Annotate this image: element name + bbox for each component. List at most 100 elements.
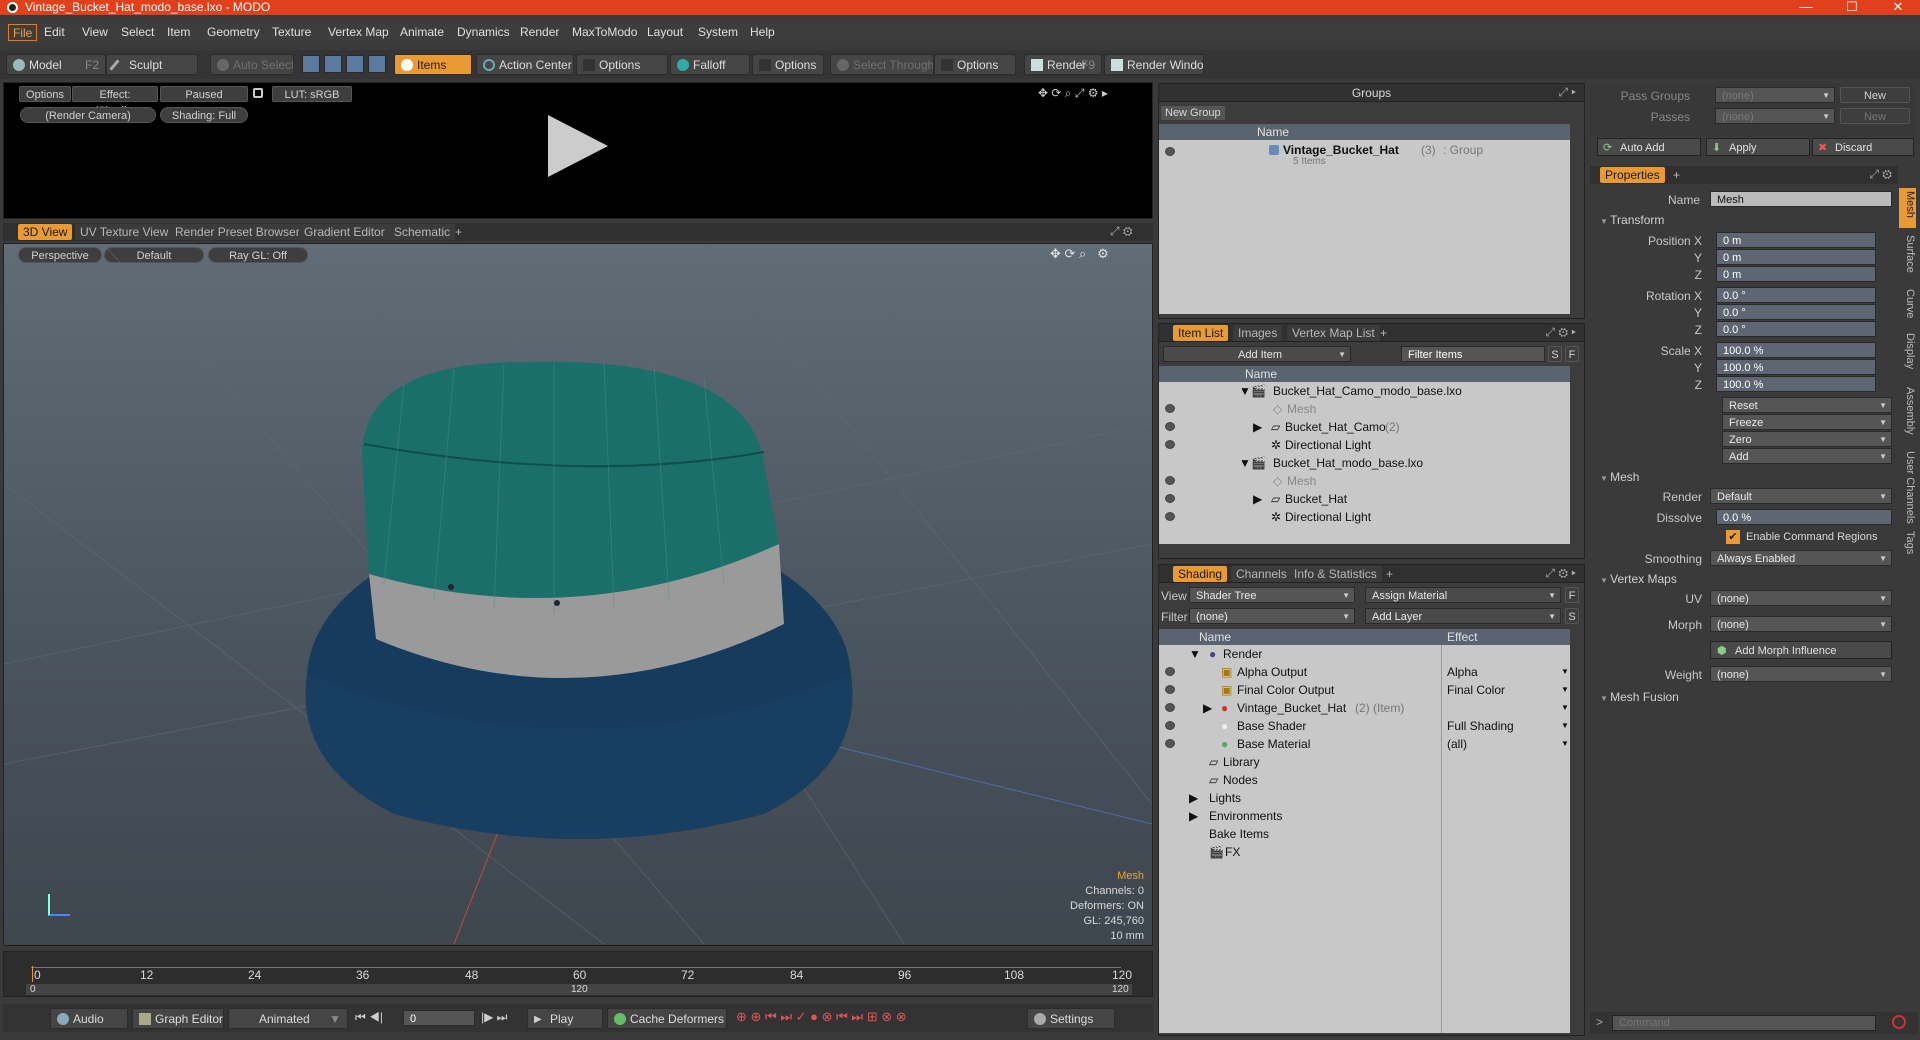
uv-dropdown[interactable]: (none) [1710, 590, 1892, 607]
list-item[interactable]: ▼ 🎬 Bucket_Hat_Camo_modo_base.lxo [1159, 382, 1570, 400]
preview-paused-button[interactable]: Paused [160, 86, 248, 102]
dissolve-field[interactable]: 0.0 % [1716, 509, 1892, 525]
list-item[interactable]: ✲ Directional Light [1159, 436, 1570, 454]
discard-button[interactable]: ✖ Discard [1812, 138, 1914, 156]
menu-geometry[interactable]: Geometry [203, 24, 264, 41]
menu-view[interactable]: View [78, 24, 112, 41]
graph-editor-button[interactable]: Graph Editor [132, 1008, 224, 1029]
add-tab-button[interactable]: + [450, 224, 467, 240]
preview-effect-dropdown[interactable]: Effect: (Shadi... [72, 86, 158, 117]
scale-y-field[interactable]: 100.0 % [1716, 359, 1876, 375]
items-button[interactable]: Items [394, 54, 472, 75]
tab-gradient-editor[interactable]: Gradient Editor [299, 224, 390, 240]
add-tab-button[interactable]: + [1375, 325, 1392, 341]
visibility-eye-icon[interactable] [1165, 440, 1175, 449]
settings-button[interactable]: Settings [1027, 1008, 1115, 1029]
tab-render-preset-browser[interactable]: Render Preset Browser [170, 224, 305, 240]
tree-row[interactable]: Bake Items [1159, 825, 1570, 843]
menu-vertex-map[interactable]: Vertex Map [324, 24, 393, 41]
visibility-eye-icon[interactable] [1165, 721, 1175, 730]
assign-material-button[interactable]: Assign Material [1365, 587, 1561, 604]
shading-s-button[interactable]: S [1565, 608, 1579, 624]
options-button-1[interactable]: Options [576, 54, 668, 75]
select-polygons-icon[interactable] [346, 55, 364, 73]
add-layer-dropdown[interactable]: Add Layer [1365, 608, 1561, 625]
tree-row[interactable]: ● Base Shader Full Shading ▼ [1159, 717, 1570, 735]
tree-row[interactable]: 🎬 FX [1159, 843, 1570, 861]
menu-render[interactable]: Render [516, 24, 563, 41]
visibility-eye-icon[interactable] [1165, 422, 1175, 431]
vertex-maps-section[interactable]: Vertex Maps [1600, 571, 1677, 587]
transport-rewind-icons[interactable]: ⏮ ◀| [355, 1010, 383, 1025]
visibility-eye-icon[interactable] [1165, 147, 1175, 156]
lock-icon[interactable] [253, 88, 263, 98]
view-dropdown[interactable]: Shader Tree [1189, 587, 1355, 604]
tab-channels[interactable]: Channels [1231, 566, 1292, 582]
side-tab-tags[interactable]: Tags [1899, 528, 1916, 562]
sculpt-button[interactable]: Sculpt [106, 54, 198, 75]
cache-deformers-button[interactable]: Cache Deformers [607, 1008, 727, 1029]
options-button-2[interactable]: Options [752, 54, 824, 75]
tab-shading[interactable]: Shading [1173, 566, 1228, 582]
transform-section[interactable]: Transform [1600, 212, 1664, 228]
groups-expand-icon[interactable]: ⤢ ▸ [1558, 85, 1576, 100]
menu-system[interactable]: System [694, 24, 742, 41]
tab-3d-view[interactable]: 3D View [18, 224, 73, 240]
itemlist-expand-icon[interactable]: ⤢ ⚙ ▸ [1545, 325, 1576, 340]
play-button[interactable]: ▶ Play [527, 1008, 603, 1029]
menu-select[interactable]: Select [117, 24, 158, 41]
shading-expand-icon[interactable]: ⤢ ⚙ ▸ [1545, 566, 1576, 581]
new-pass-button[interactable]: New [1840, 108, 1910, 124]
key-tool-icons[interactable]: ⊕ ⊕ ⏮ ⏭ ✓ ● ⊗ ⏮ ⏭ ⊞ ⊗ ⊗ [736, 1009, 907, 1025]
side-tab-surface[interactable]: Surface [1899, 232, 1916, 282]
list-item[interactable]: ▼ 🎬 Bucket_Hat_modo_base.lxo [1159, 454, 1570, 472]
auto-add-button[interactable]: ⟳ Auto Add [1597, 138, 1701, 156]
freeze-dropdown[interactable]: Freeze [1722, 414, 1892, 431]
tab-images[interactable]: Images [1233, 325, 1283, 341]
list-item[interactable]: ▶ ▱ Bucket_Hat [1159, 490, 1570, 508]
side-tab-user-channels[interactable]: User Channels [1899, 448, 1916, 524]
scale-x-field[interactable]: 100.0 % [1716, 342, 1876, 358]
menu-layout[interactable]: Layout [643, 24, 687, 41]
shading-f-button[interactable]: F [1565, 587, 1579, 603]
tab-vertex-map-list[interactable]: Vertex Map List [1287, 325, 1380, 341]
side-tab-assembly[interactable]: Assembly [1899, 384, 1916, 444]
new-group-button[interactable]: New Group [1161, 106, 1225, 120]
list-item[interactable]: ▶ ▱ Bucket_Hat_Camo (2) [1159, 418, 1570, 436]
side-tab-curve[interactable]: Curve [1899, 286, 1916, 326]
side-tab-mesh[interactable]: Mesh [1899, 188, 1916, 228]
filter-items-input[interactable]: Filter Items [1401, 346, 1545, 362]
rotation-z-field[interactable]: 0.0 ° [1716, 321, 1876, 337]
preview-lut-dropdown[interactable]: LUT: sRGB [272, 86, 352, 102]
tree-row[interactable]: ● Base Material (all) ▼ [1159, 735, 1570, 753]
timeline[interactable]: 0 12 24 36 48 60 72 84 96 108 120 0 120 … [3, 951, 1153, 997]
position-z-field[interactable]: 0 m [1716, 266, 1876, 282]
command-regions-checkbox[interactable]: ✔ [1726, 530, 1740, 544]
preview-nav-icons[interactable]: ✥ ⟳ ⌕ ⤢ ⚙ ▸ [1038, 86, 1108, 101]
auto-select-button[interactable]: Auto Select [210, 54, 294, 75]
tree-row[interactable]: ▶ Lights [1159, 789, 1570, 807]
menu-edit[interactable]: Edit [40, 24, 69, 41]
timeline-playhead[interactable] [32, 966, 33, 982]
reset-dropdown[interactable]: Reset [1722, 397, 1892, 414]
select-materials-icon[interactable] [368, 55, 386, 73]
tab-uv-texture-view[interactable]: UV Texture View [75, 224, 174, 240]
minimize-button[interactable]: — [1786, 0, 1826, 15]
play-icon[interactable] [544, 111, 610, 181]
scale-z-field[interactable]: 100.0 % [1716, 376, 1876, 392]
new-pass-group-button[interactable]: New [1840, 87, 1910, 103]
visibility-eye-icon[interactable] [1165, 739, 1175, 748]
viewport-expand-icon[interactable]: ⤢ ⚙ [1110, 224, 1133, 239]
rotation-y-field[interactable]: 0.0 ° [1716, 304, 1876, 320]
tab-properties[interactable]: Properties [1600, 167, 1665, 183]
animated-dropdown[interactable]: Animated ▼ [228, 1008, 348, 1029]
passes-dropdown[interactable]: (none) [1715, 108, 1835, 125]
tab-schematic[interactable]: Schematic [389, 224, 456, 240]
tree-row[interactable]: ▱ Library [1159, 753, 1570, 771]
record-icon[interactable] [1892, 1015, 1906, 1029]
mesh-section[interactable]: Mesh [1600, 469, 1639, 485]
rotation-x-field[interactable]: 0.0 ° [1716, 287, 1876, 303]
tree-row[interactable]: ▣ Alpha Output Alpha ▼ [1159, 663, 1570, 681]
visibility-eye-icon[interactable] [1165, 476, 1175, 485]
list-item[interactable]: ✲ Directional Light [1159, 508, 1570, 526]
